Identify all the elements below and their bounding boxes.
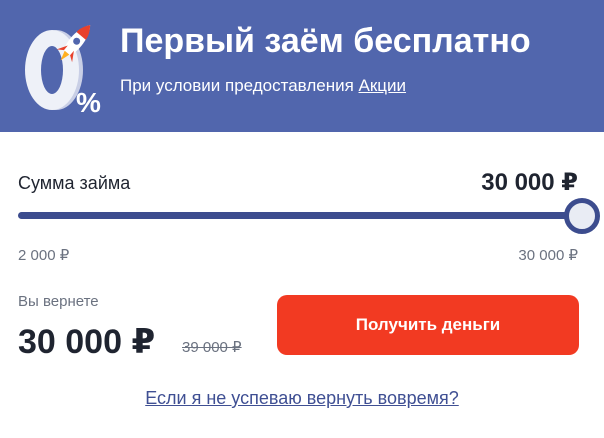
repay-amount: 30 000 ₽ xyxy=(18,323,156,361)
banner-subtitle: При условии предоставления Акции xyxy=(120,76,406,96)
repay-old-amount: 39 000 ₽ xyxy=(182,339,242,356)
banner-title: Первый заём бесплатно xyxy=(120,22,531,60)
slider-track[interactable] xyxy=(18,212,580,219)
get-money-button[interactable]: Получить деньги xyxy=(277,295,579,355)
banner-subtitle-text: При условии предоставления xyxy=(120,76,359,95)
slider-max-label: 30 000 ₽ xyxy=(518,247,578,264)
loan-sum-label: Сумма займа xyxy=(18,173,131,193)
loan-sum-value: 30 000 ₽ xyxy=(481,169,578,196)
late-repayment-help-link[interactable]: Если я не успеваю вернуть вовремя? xyxy=(0,388,604,409)
repay-label: Вы вернете xyxy=(18,293,99,310)
promo-banner: % Первый заём бесплатно При условии пред… xyxy=(0,0,604,132)
loan-amount-slider[interactable] xyxy=(18,196,600,238)
slider-min-label: 2 000 ₽ xyxy=(18,247,70,264)
slider-thumb[interactable] xyxy=(564,198,600,234)
rocket-zero-percent-icon: % xyxy=(25,25,101,118)
percent-glyph: % xyxy=(76,87,101,118)
promo-terms-link[interactable]: Акции xyxy=(359,76,407,95)
